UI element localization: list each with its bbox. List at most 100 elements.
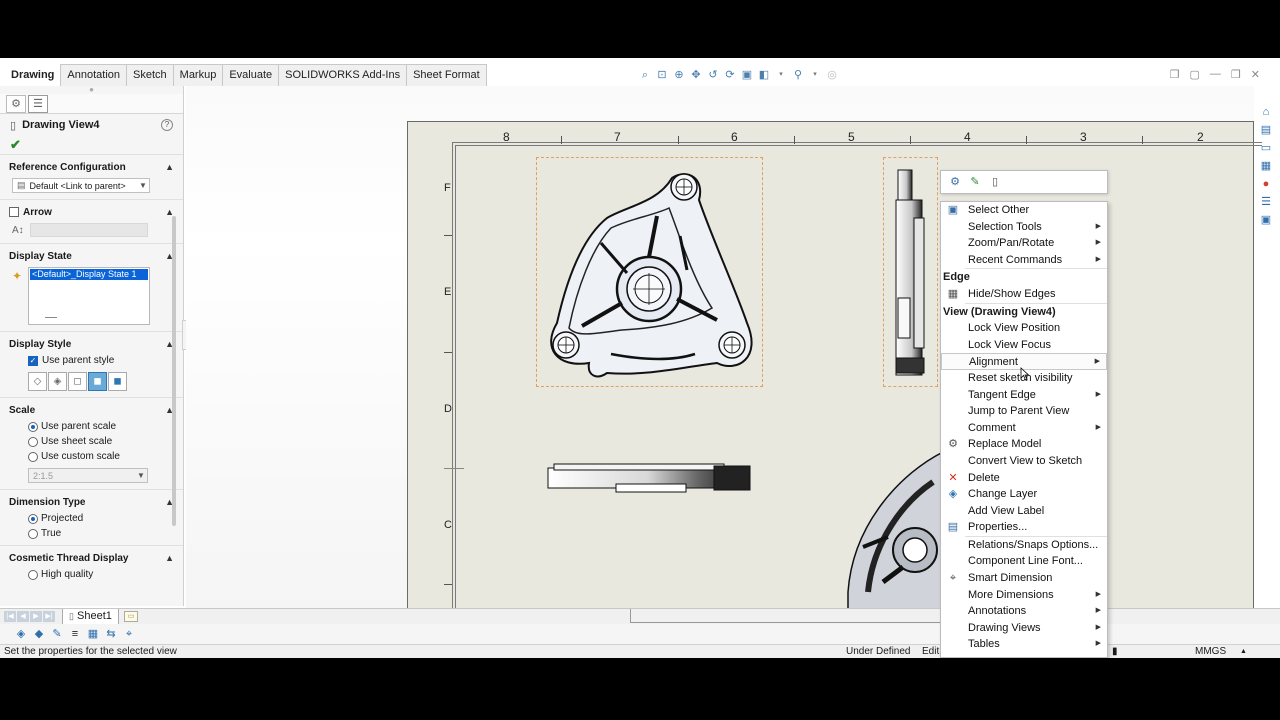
menu-item-more-dimensions[interactable]: More Dimensions ▶ bbox=[941, 587, 1107, 604]
reference-configuration-select[interactable]: ▤ Default <Link to parent> ▼ bbox=[12, 178, 150, 193]
zoom-in-out-icon[interactable]: ⊕ bbox=[672, 68, 686, 82]
restore-icon[interactable]: ❐ bbox=[1170, 68, 1180, 81]
hide-show-edges-icon[interactable]: ▦ bbox=[86, 627, 100, 641]
menu-item-recent-commands[interactable]: Recent Commands ▶ bbox=[941, 252, 1107, 269]
add-sheet-icon[interactable]: ▭ bbox=[124, 611, 138, 622]
tab-annotation[interactable]: Annotation bbox=[60, 64, 128, 86]
forum-icon[interactable]: ▣ bbox=[1258, 212, 1274, 228]
right-side-view[interactable] bbox=[883, 157, 938, 387]
wireframe-icon[interactable]: ◇ bbox=[28, 372, 47, 391]
first-sheet-icon[interactable]: |◀ bbox=[4, 611, 16, 622]
rotate-icon[interactable]: ⟳ bbox=[723, 68, 737, 82]
menu-item-annotations[interactable]: Annotations ▶ bbox=[941, 603, 1107, 620]
appearances-icon[interactable]: ● bbox=[1258, 176, 1274, 192]
previous-sheet-icon[interactable]: ◀ bbox=[17, 611, 29, 622]
open-drawing-icon[interactable]: ⚙ bbox=[947, 174, 963, 190]
menu-item-lock-view-position[interactable]: Lock View Position bbox=[941, 320, 1107, 337]
feature-manager-tab-icon[interactable]: ⚙ bbox=[6, 94, 26, 113]
edit-part-icon[interactable]: ✎ bbox=[967, 174, 983, 190]
radio-button[interactable] bbox=[28, 421, 38, 432]
panel-grip[interactable]: ● bbox=[0, 86, 183, 94]
shaded-with-edges-icon[interactable]: ◼ bbox=[88, 372, 107, 391]
tab-sketch[interactable]: Sketch bbox=[126, 64, 174, 86]
zoom-to-fit-icon[interactable]: ⌕ bbox=[638, 68, 652, 82]
section-header[interactable]: Display State ▲ bbox=[0, 247, 183, 265]
menu-item-select-other[interactable]: ▣ Select Other bbox=[941, 202, 1107, 219]
menu-item-selection-tools[interactable]: Selection Tools ▶ bbox=[941, 219, 1107, 236]
section-header[interactable]: Arrow ▲ bbox=[0, 203, 183, 221]
dimension-option-true[interactable]: True bbox=[0, 526, 183, 541]
menu-item-hide-show-edges[interactable]: ▦ Hide/Show Edges bbox=[941, 286, 1107, 303]
menu-item-tables[interactable]: Tables ▶ bbox=[941, 636, 1107, 653]
hide-show-items-icon[interactable]: ⚲ bbox=[791, 68, 805, 82]
dropdown-arrow-icon[interactable]: ▾ bbox=[774, 68, 788, 82]
appearance-icon[interactable]: ◎ bbox=[825, 68, 839, 82]
menu-item-relations-snaps-options[interactable]: Relations/Snaps Options... bbox=[941, 537, 1107, 554]
zoom-to-area-icon[interactable]: ⊡ bbox=[655, 68, 669, 82]
previous-view-icon[interactable]: ↺ bbox=[706, 68, 720, 82]
section-header[interactable]: Dimension Type ▲ bbox=[0, 493, 183, 511]
dimension-option-projected[interactable]: Projected bbox=[0, 511, 183, 526]
custom-properties-icon[interactable]: ☰ bbox=[1258, 194, 1274, 210]
tab-drawing[interactable]: Drawing bbox=[4, 64, 62, 86]
rebuild-icon[interactable]: ▮ bbox=[1112, 645, 1118, 658]
list-item[interactable]: <Default>_Display State 1 bbox=[30, 269, 148, 280]
close-icon[interactable]: ✕ bbox=[1251, 68, 1260, 81]
line-thickness-icon[interactable]: ≡ bbox=[68, 627, 82, 641]
menu-item-comment[interactable]: Comment ▶ bbox=[941, 420, 1107, 437]
isometric-view[interactable] bbox=[843, 442, 943, 612]
collapse-caret-icon[interactable]: ▲ bbox=[165, 553, 174, 563]
scale-option-parent[interactable]: Use parent scale bbox=[0, 419, 183, 434]
tab-sheet-format[interactable]: Sheet Format bbox=[406, 64, 487, 86]
menu-item-change-layer[interactable]: ◈ Change Layer bbox=[941, 486, 1107, 503]
view-settings-icon[interactable]: ▣ bbox=[740, 68, 754, 82]
front-view[interactable] bbox=[536, 157, 763, 387]
file-explorer-icon[interactable]: ▭ bbox=[1258, 140, 1274, 156]
shaded-icon[interactable]: ◼ bbox=[108, 372, 127, 391]
hidden-lines-removed-icon[interactable]: ◻ bbox=[68, 372, 87, 391]
menu-item-convert-view-to-sketch[interactable]: Convert View to Sketch bbox=[941, 453, 1107, 470]
pan-icon[interactable]: ✥ bbox=[689, 68, 703, 82]
horizontal-scrollbar[interactable] bbox=[630, 609, 940, 623]
menu-item-delete[interactable]: ✕ Delete bbox=[941, 470, 1107, 487]
menu-item-tangent-edge[interactable]: Tangent Edge ▶ bbox=[941, 387, 1107, 404]
menu-item-add-view-label[interactable]: Add View Label bbox=[941, 503, 1107, 520]
scale-option-sheet[interactable]: Use sheet scale bbox=[0, 434, 183, 449]
custom-scale-select[interactable]: 2:1.5 ▼ bbox=[28, 468, 148, 483]
section-header[interactable]: Display Style ▲ bbox=[0, 335, 183, 353]
ok-checkmark-icon[interactable]: ✔ bbox=[0, 136, 183, 154]
radio-button[interactable] bbox=[28, 451, 38, 462]
radio-button[interactable] bbox=[28, 528, 38, 539]
section-header[interactable]: Scale ▲ bbox=[0, 401, 183, 419]
menu-item-properties[interactable]: ▤ Properties... bbox=[941, 519, 1107, 536]
radio-button[interactable] bbox=[28, 569, 38, 580]
use-parent-style-checkbox[interactable]: ✓ bbox=[28, 355, 38, 366]
layer-icon[interactable]: ◈ bbox=[14, 627, 28, 641]
radio-button[interactable] bbox=[28, 436, 38, 447]
maximize-icon[interactable]: ❐ bbox=[1231, 68, 1241, 81]
arrow-checkbox[interactable] bbox=[9, 207, 19, 217]
drawing-sheet[interactable]: 8 7 6 5 4 3 2 F E D C bbox=[407, 121, 1262, 622]
dropdown-arrow-icon[interactable]: ▾ bbox=[808, 68, 822, 82]
tab-markup[interactable]: Markup bbox=[172, 64, 224, 86]
radio-button[interactable] bbox=[28, 513, 38, 524]
tab-evaluate[interactable]: Evaluate bbox=[222, 64, 280, 86]
menu-item-component-line-font[interactable]: Component Line Font... bbox=[941, 553, 1107, 570]
design-library-icon[interactable]: ▤ bbox=[1258, 122, 1274, 138]
scale-option-custom[interactable]: Use custom scale bbox=[0, 449, 183, 464]
hidden-lines-visible-icon[interactable]: ◈ bbox=[48, 372, 67, 391]
tab-solidworks-add-ins[interactable]: SOLIDWORKS Add-Ins bbox=[278, 64, 408, 86]
last-sheet-icon[interactable]: ▶| bbox=[43, 611, 55, 622]
arrow-label-input[interactable] bbox=[29, 223, 148, 237]
color-display-mode-icon[interactable]: ⇆ bbox=[104, 627, 118, 641]
home-icon[interactable]: ⌂ bbox=[1258, 104, 1274, 120]
display-state-list[interactable]: <Default>_Display State 1 bbox=[28, 267, 150, 325]
line-color-icon[interactable]: ◆ bbox=[32, 627, 46, 641]
tile-icon[interactable]: ▢ bbox=[1190, 68, 1200, 81]
top-view[interactable] bbox=[546, 462, 756, 498]
thread-option-high-quality[interactable]: High quality bbox=[0, 567, 183, 582]
minimize-icon[interactable]: — bbox=[1210, 68, 1221, 81]
collapse-caret-icon[interactable]: ▲ bbox=[165, 162, 174, 172]
section-header[interactable]: Cosmetic Thread Display ▲ bbox=[0, 549, 183, 567]
unit-system[interactable]: MMGS bbox=[1195, 645, 1226, 658]
